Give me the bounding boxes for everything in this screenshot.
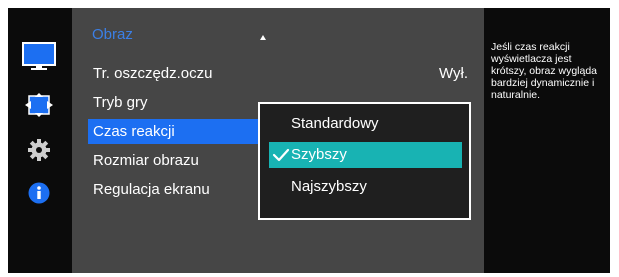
menu-item-label: Regulacja ekranu — [93, 181, 210, 198]
picture-menu-panel: Obraz Tr. oszczędz.oczu Wył. Tryb gry Cz… — [72, 8, 484, 273]
osd-sidebar — [8, 8, 72, 273]
menu-item-label: Tr. oszczędz.oczu — [93, 65, 213, 82]
position-tab[interactable] — [22, 88, 56, 122]
response-time-submenu: Standardowy Szybszy Najszybszy — [258, 102, 471, 220]
menu-item-label: Tryb gry — [93, 94, 148, 111]
option-label: Szybszy — [291, 146, 347, 163]
picture-tab[interactable] — [22, 40, 56, 74]
menu-item-label: Czas reakcji — [93, 123, 175, 140]
menu-item-response-time[interactable]: Czas reakcji — [88, 119, 258, 144]
osd-screen: Obraz Tr. oszczędz.oczu Wył. Tryb gry Cz… — [8, 8, 610, 273]
option-standard[interactable]: Standardowy — [269, 111, 462, 137]
help-text: Jeśli czas reakcji wyświetlacza jest kró… — [491, 41, 598, 101]
menu-item-eye-saver[interactable]: Tr. oszczędz.oczu Wył. — [88, 61, 468, 86]
menu-item-value: Wył. — [438, 65, 468, 82]
gear-icon — [28, 139, 50, 161]
menu-title: Obraz — [92, 26, 133, 43]
menu-item-label: Rozmiar obrazu — [93, 152, 199, 169]
option-fastest[interactable]: Najszybszy — [269, 174, 462, 200]
option-label: Najszybszy — [291, 178, 367, 195]
settings-tab[interactable] — [22, 133, 56, 167]
checkmark-icon — [272, 148, 290, 162]
option-faster[interactable]: Szybszy — [269, 142, 462, 168]
scroll-up-arrow-icon[interactable] — [260, 35, 266, 40]
help-panel: Jeśli czas reakcji wyświetlacza jest kró… — [484, 8, 610, 273]
option-label: Standardowy — [291, 115, 379, 132]
monitor-icon — [22, 42, 56, 70]
move-arrows-icon — [25, 93, 53, 117]
info-tab[interactable] — [22, 176, 56, 210]
info-icon — [28, 182, 50, 204]
